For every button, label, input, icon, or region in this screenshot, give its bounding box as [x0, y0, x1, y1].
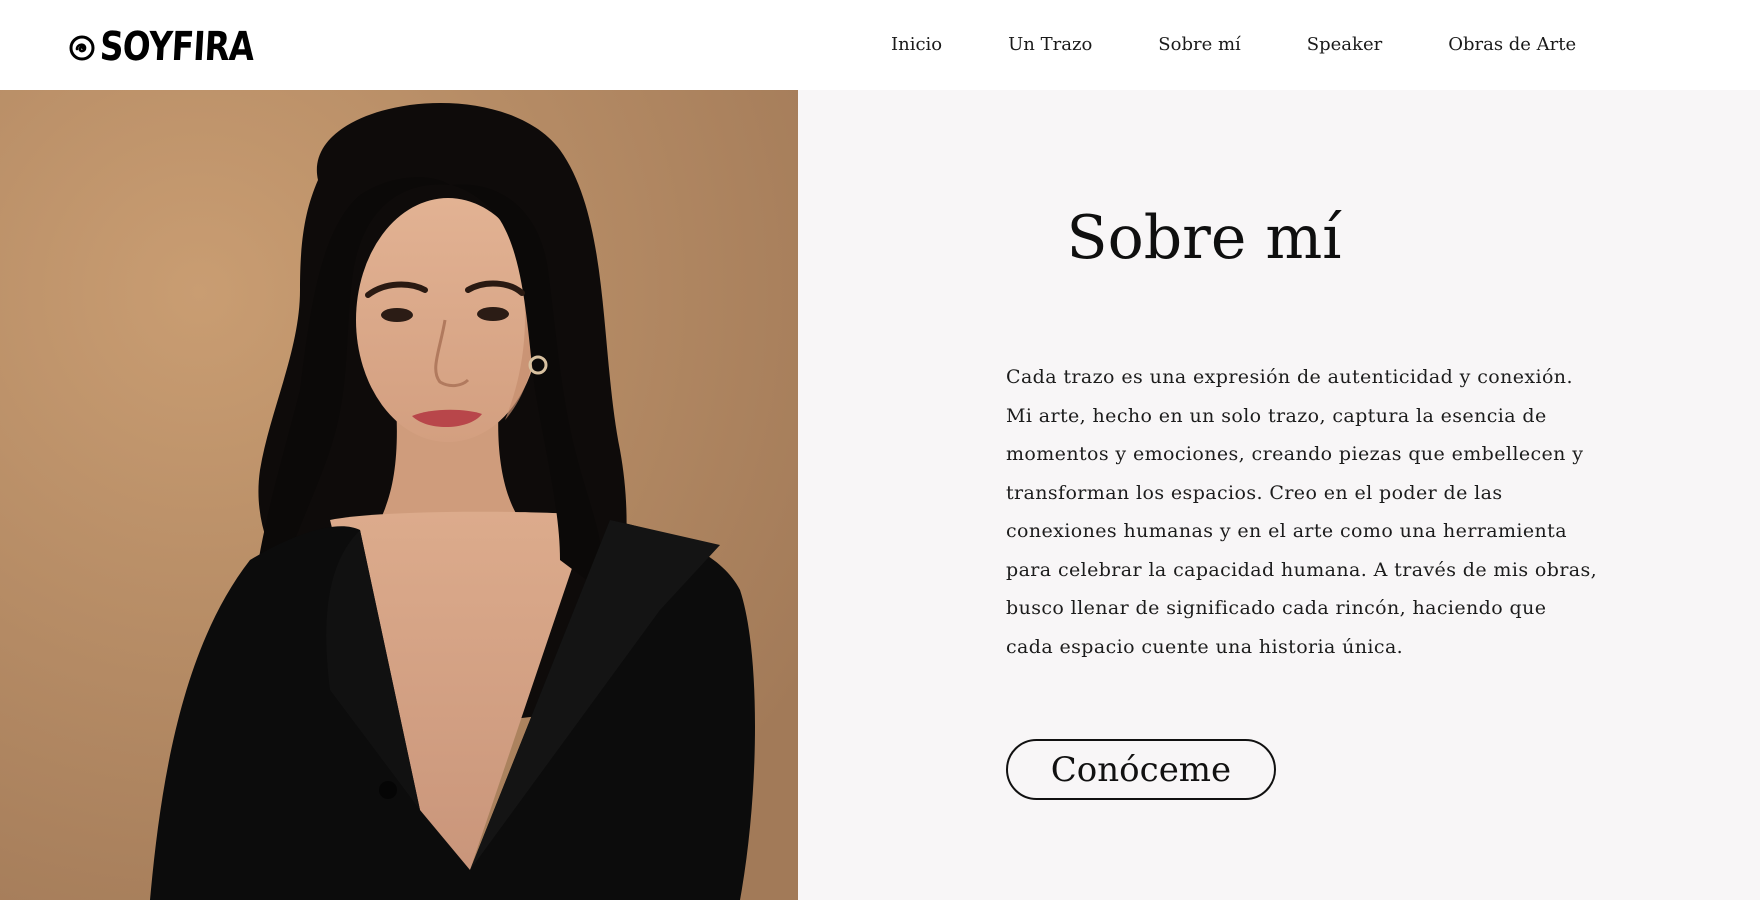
paragraph-line: Mi arte, hecho en un solo trazo, captura… [1006, 404, 1547, 427]
paragraph-line: conexiones humanas y en el arte como una… [1006, 520, 1567, 542]
conoceme-button[interactable]: Conóceme [1006, 739, 1276, 800]
paragraph-line: busco llenar de significado cada rincón,… [1006, 597, 1547, 619]
about-title: Sobre mí [1066, 203, 1342, 273]
main-nav: Inicio Un Trazo Sobre mí Speaker Obras d… [891, 0, 1576, 90]
about-section: Sobre mí Cada trazo es una expresión de … [798, 90, 1760, 900]
about-paragraph: Cada trazo es una expresión de autentici… [1006, 358, 1616, 666]
paragraph-line: transforman los espacios. Creo en el pod… [1006, 481, 1503, 504]
nav-item-obras-de-arte[interactable]: Obras de Arte [1448, 36, 1576, 54]
logo[interactable]: SOYFIRA [68, 24, 287, 70]
nav-item-speaker[interactable]: Speaker [1307, 36, 1382, 54]
nav-item-sobre-mi[interactable]: Sobre mí [1158, 36, 1241, 54]
nav-item-un-trazo[interactable]: Un Trazo [1008, 36, 1092, 54]
swirl-at-icon [69, 35, 95, 61]
paragraph-line: para celebrar la capacidad humana. A tra… [1006, 558, 1598, 581]
site-header: SOYFIRA Inicio Un Trazo Sobre mí Speaker… [0, 0, 1760, 90]
portrait-illustration [0, 90, 798, 900]
paragraph-line: cada espacio cuente una historia única. [1006, 635, 1404, 658]
logo-text: SOYFIRA [98, 24, 255, 70]
nav-item-inicio[interactable]: Inicio [891, 36, 942, 54]
portrait-photo [0, 90, 798, 900]
paragraph-line: momentos y emociones, creando piezas que… [1006, 443, 1584, 465]
paragraph-line: Cada trazo es una expresión de autentici… [1006, 366, 1573, 388]
